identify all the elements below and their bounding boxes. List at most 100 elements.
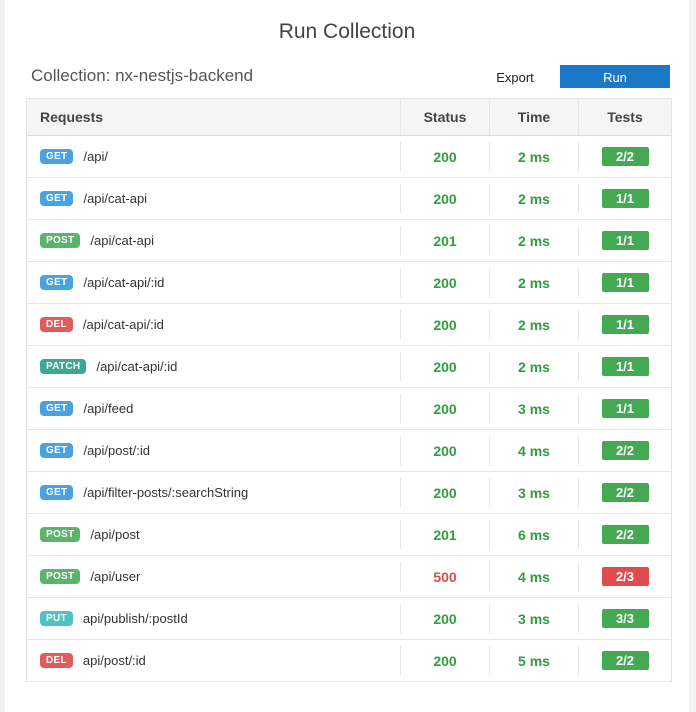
- tests-cell: 2/3: [578, 562, 671, 591]
- response-time: 2 ms: [518, 148, 550, 165]
- tests-result-badge: 2/2: [601, 441, 649, 460]
- request-cell: POST/api/cat-api: [27, 220, 400, 261]
- time-cell: 5 ms: [489, 646, 578, 675]
- method-badge: GET: [40, 443, 74, 458]
- table-row[interactable]: POST/api/user 500 4 ms 2/3: [27, 556, 671, 598]
- time-cell: 2 ms: [489, 142, 578, 171]
- status-cell: 200: [400, 142, 489, 171]
- table-row[interactable]: GET/api/post/:id 200 4 ms 2/2: [27, 430, 671, 472]
- status-code: 200: [433, 652, 457, 669]
- request-path: /api/cat-api/:id: [83, 275, 165, 290]
- tests-result-badge: 1/1: [601, 189, 649, 208]
- table-row[interactable]: GET/api/200 2 ms 2/2: [27, 136, 671, 178]
- status-cell: 500: [400, 562, 489, 591]
- tests-result-badge: 2/2: [601, 483, 649, 502]
- time-cell: 2 ms: [489, 268, 578, 297]
- request-cell: GET/api/: [27, 136, 400, 177]
- status-code: 200: [433, 274, 457, 291]
- status-code: 200: [433, 190, 457, 207]
- table-row[interactable]: GET/api/cat-api/:id 200 2 ms 1/1: [27, 262, 671, 304]
- tests-cell: 2/2: [578, 142, 671, 171]
- export-button[interactable]: Export: [475, 64, 555, 90]
- tests-result-badge: 1/1: [601, 231, 649, 250]
- request-path: api/publish/:postId: [82, 611, 188, 626]
- time-cell: 3 ms: [489, 478, 578, 507]
- status-code: 200: [433, 358, 457, 375]
- response-time: 4 ms: [518, 568, 550, 585]
- table-row[interactable]: PATCH/api/cat-api/:id 200 2 ms 1/1: [27, 346, 671, 388]
- response-time: 2 ms: [518, 190, 550, 207]
- header-tests: Tests: [578, 99, 671, 135]
- request-cell: PATCH/api/cat-api/:id: [27, 346, 400, 387]
- tests-result-badge: 2/2: [601, 651, 649, 670]
- status-cell: 200: [400, 436, 489, 465]
- request-cell: DEL/api/cat-api/:id: [27, 304, 400, 345]
- time-cell: 3 ms: [489, 604, 578, 633]
- status-code: 200: [433, 148, 457, 165]
- table-row[interactable]: DEL api/post/:id 200 5 ms 2/2: [27, 640, 671, 682]
- method-badge: DEL: [40, 653, 73, 668]
- results-table: Requests Status Time Tests GET/api/200 2 …: [26, 98, 672, 682]
- response-time: 3 ms: [518, 400, 550, 417]
- response-time: 2 ms: [518, 358, 550, 375]
- method-badge: GET: [40, 275, 74, 290]
- tests-cell: 1/1: [578, 352, 671, 381]
- request-cell: GET/api/cat-api/:id: [27, 262, 400, 303]
- request-cell: GET/api/feed: [27, 388, 400, 429]
- tests-result-badge: 2/3: [601, 567, 649, 586]
- status-code: 200: [433, 610, 457, 627]
- header-time: Time: [489, 99, 578, 135]
- method-badge: POST: [40, 527, 81, 542]
- table-row[interactable]: GET/api/cat-api 200 2 ms 1/1: [27, 178, 671, 220]
- tests-cell: 1/1: [578, 184, 671, 213]
- request-path: /api/: [83, 149, 109, 164]
- table-body: GET/api/200 2 ms 2/2 GET/api/cat-api 200 2 ms…: [27, 136, 671, 682]
- tests-result-badge: 3/3: [601, 609, 649, 628]
- request-path: /api/feed: [83, 401, 134, 416]
- status-cell: 200: [400, 478, 489, 507]
- run-button[interactable]: Run: [560, 65, 670, 88]
- request-path: /api/cat-api/:id: [96, 359, 178, 374]
- tests-result-badge: 1/1: [601, 273, 649, 292]
- request-path: /api/cat-api: [83, 191, 148, 206]
- tests-cell: 2/2: [578, 436, 671, 465]
- table-row[interactable]: GET/api/filter-posts/:searchString 200 3 m…: [27, 472, 671, 514]
- status-cell: 201: [400, 520, 489, 549]
- table-row[interactable]: POST/api/cat-api 201 2 ms 1/1: [27, 220, 671, 262]
- table-row[interactable]: POST/api/post 201 6 ms 2/2: [27, 514, 671, 556]
- request-cell: DEL api/post/:id: [27, 640, 400, 681]
- time-cell: 6 ms: [489, 520, 578, 549]
- status-cell: 200: [400, 394, 489, 423]
- tests-cell: 2/2: [578, 646, 671, 675]
- time-cell: 2 ms: [489, 310, 578, 339]
- method-badge: POST: [40, 569, 81, 584]
- method-badge: PUT: [40, 611, 73, 626]
- tests-cell: 1/1: [578, 226, 671, 255]
- response-time: 2 ms: [518, 316, 550, 333]
- method-badge: DEL: [40, 317, 73, 332]
- status-cell: 200: [400, 310, 489, 339]
- status-cell: 200: [400, 184, 489, 213]
- response-time: 2 ms: [518, 232, 550, 249]
- request-cell: PUT api/publish/:postId: [27, 598, 400, 639]
- tests-result-badge: 2/2: [601, 147, 649, 166]
- tests-cell: 2/2: [578, 520, 671, 549]
- time-cell: 4 ms: [489, 436, 578, 465]
- time-cell: 2 ms: [489, 226, 578, 255]
- status-code: 200: [433, 442, 457, 459]
- table-row[interactable]: DEL/api/cat-api/:id 200 2 ms 1/1: [27, 304, 671, 346]
- header-status: Status: [400, 99, 489, 135]
- table-row[interactable]: GET/api/feed 200 3 ms 1/1: [27, 388, 671, 430]
- request-path: /api/user: [90, 569, 141, 584]
- method-badge: POST: [40, 233, 81, 248]
- request-cell: POST/api/user: [27, 556, 400, 597]
- tests-result-badge: 1/1: [601, 399, 649, 418]
- table-row[interactable]: PUT api/publish/:postId 200 3 ms 3/3: [27, 598, 671, 640]
- status-code: 500: [433, 568, 457, 585]
- method-badge: GET: [40, 191, 74, 206]
- request-path: api/post/:id: [82, 653, 146, 668]
- request-cell: GET/api/post/:id: [27, 430, 400, 471]
- status-code: 201: [433, 526, 457, 543]
- request-path: /api/post: [90, 527, 140, 542]
- tests-cell: 2/2: [578, 478, 671, 507]
